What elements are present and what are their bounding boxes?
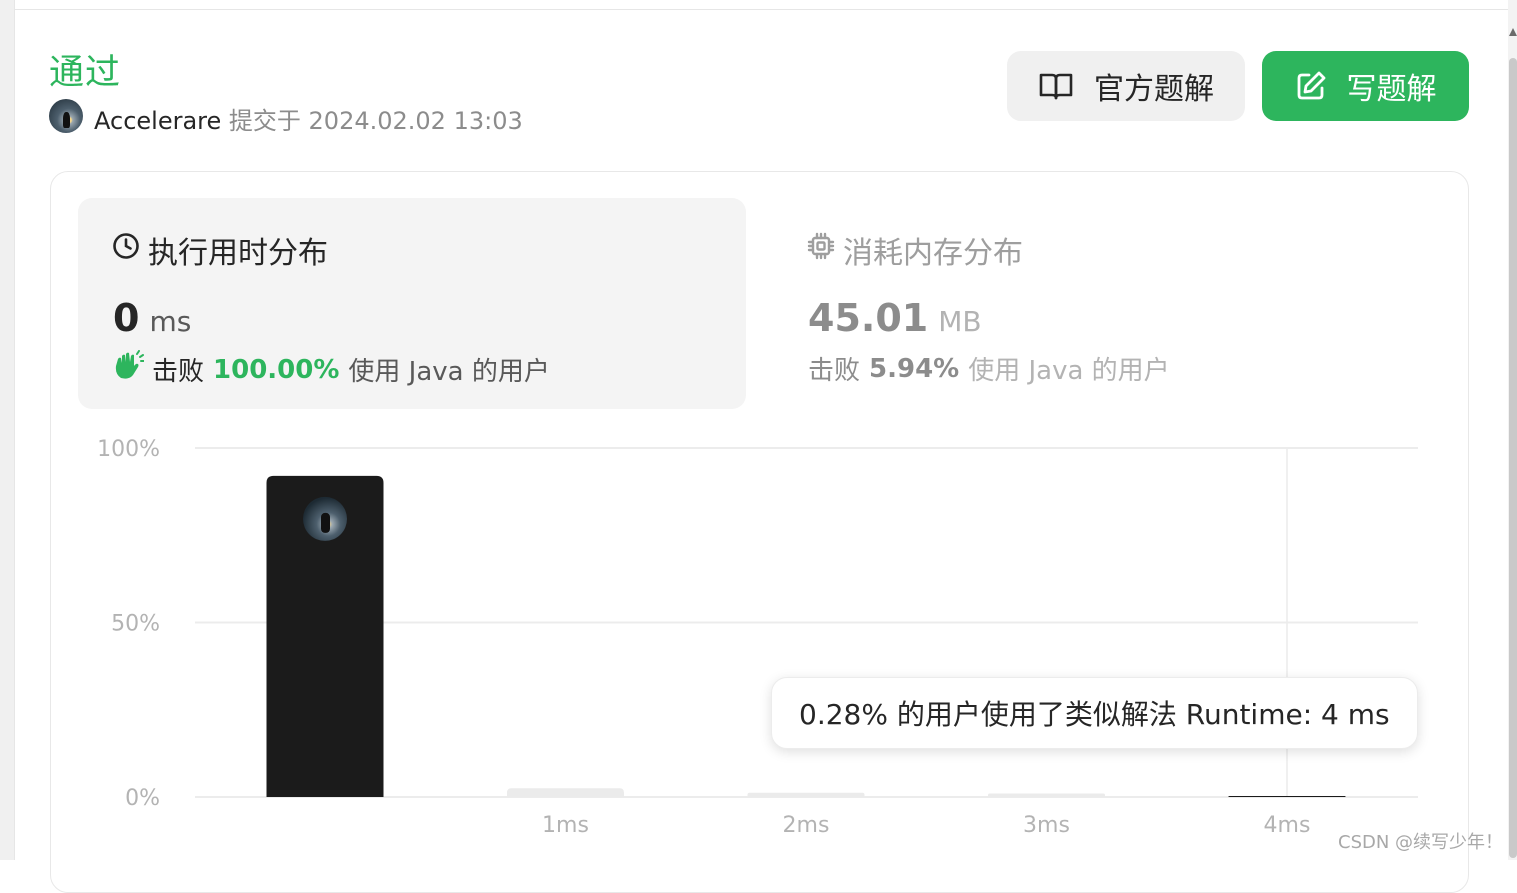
watermark: CSDN @续写少年！	[1338, 832, 1504, 853]
y-tick-label: 0%	[125, 786, 160, 811]
memory-beats: 击败 5.94% 使用 Java 的用户	[808, 350, 1170, 387]
x-tick-label: 3ms	[1023, 813, 1070, 838]
clock-icon	[112, 232, 140, 268]
runtime-value: 0 ms	[113, 296, 192, 340]
bar-2ms[interactable]	[747, 792, 865, 797]
memory-title: 消耗内存分布	[843, 236, 1023, 271]
user-marker-avatar	[303, 496, 347, 541]
memory-beats-percent: 5.94%	[869, 353, 960, 384]
runtime-beats-prefix: 击败	[152, 357, 205, 387]
scrollbar-thumb[interactable]	[1509, 58, 1517, 858]
memory-beats-suffix: 使用 Java 的用户	[968, 356, 1170, 386]
edit-icon	[1295, 70, 1327, 102]
runtime-distribution-chart[interactable]: 100% 50% 0% 1ms 2ms 3ms 4ms	[80, 430, 1440, 850]
bar-4ms[interactable]	[1228, 796, 1346, 797]
memory-beats-prefix: 击败	[808, 356, 861, 386]
scroll-up-arrow-icon[interactable]	[1509, 28, 1517, 36]
memory-unit: MB	[938, 305, 982, 338]
left-edge	[0, 0, 15, 860]
x-tick-label: 4ms	[1264, 813, 1311, 838]
runtime-unit: ms	[149, 305, 192, 338]
user-avatar[interactable]	[49, 99, 83, 133]
runtime-beats-suffix: 使用 Java 的用户	[348, 357, 550, 387]
write-solution-label: 写题解	[1346, 72, 1437, 107]
y-tick-label: 50%	[111, 612, 160, 637]
top-divider	[14, 9, 1517, 10]
x-tick-label: 1ms	[542, 813, 589, 838]
write-solution-button[interactable]: 写题解	[1262, 51, 1469, 121]
submitter-name[interactable]: Accelerare	[94, 107, 221, 135]
submission-status: 通过	[49, 53, 122, 93]
memory-heading[interactable]: 消耗内存分布	[807, 228, 1023, 272]
runtime-heading: 执行用时分布	[112, 228, 328, 272]
bar-3ms[interactable]	[988, 793, 1105, 797]
submission-meta: Accelerare 提交于 2024.02.02 13:03	[94, 101, 523, 136]
official-solution-label: 官方题解	[1094, 72, 1214, 107]
submitted-at: 提交于 2024.02.02 13:03	[228, 107, 523, 135]
bar-1ms[interactable]	[507, 788, 624, 797]
memory-value: 45.01 MB	[808, 296, 982, 340]
book-icon	[1038, 71, 1074, 101]
runtime-beats-percent: 100.00%	[213, 354, 340, 385]
chip-icon	[807, 232, 835, 268]
runtime-beats: 击败 100.00% 使用 Java 的用户	[112, 350, 550, 389]
y-tick-label: 100%	[97, 437, 160, 462]
x-tick-label: 2ms	[783, 813, 830, 838]
clap-icon	[112, 350, 145, 389]
official-solution-button[interactable]: 官方题解	[1007, 51, 1245, 121]
chart-tooltip: 0.28% 的用户使用了类似解法 Runtime: 4 ms	[771, 677, 1418, 749]
runtime-title: 执行用时分布	[148, 236, 328, 271]
